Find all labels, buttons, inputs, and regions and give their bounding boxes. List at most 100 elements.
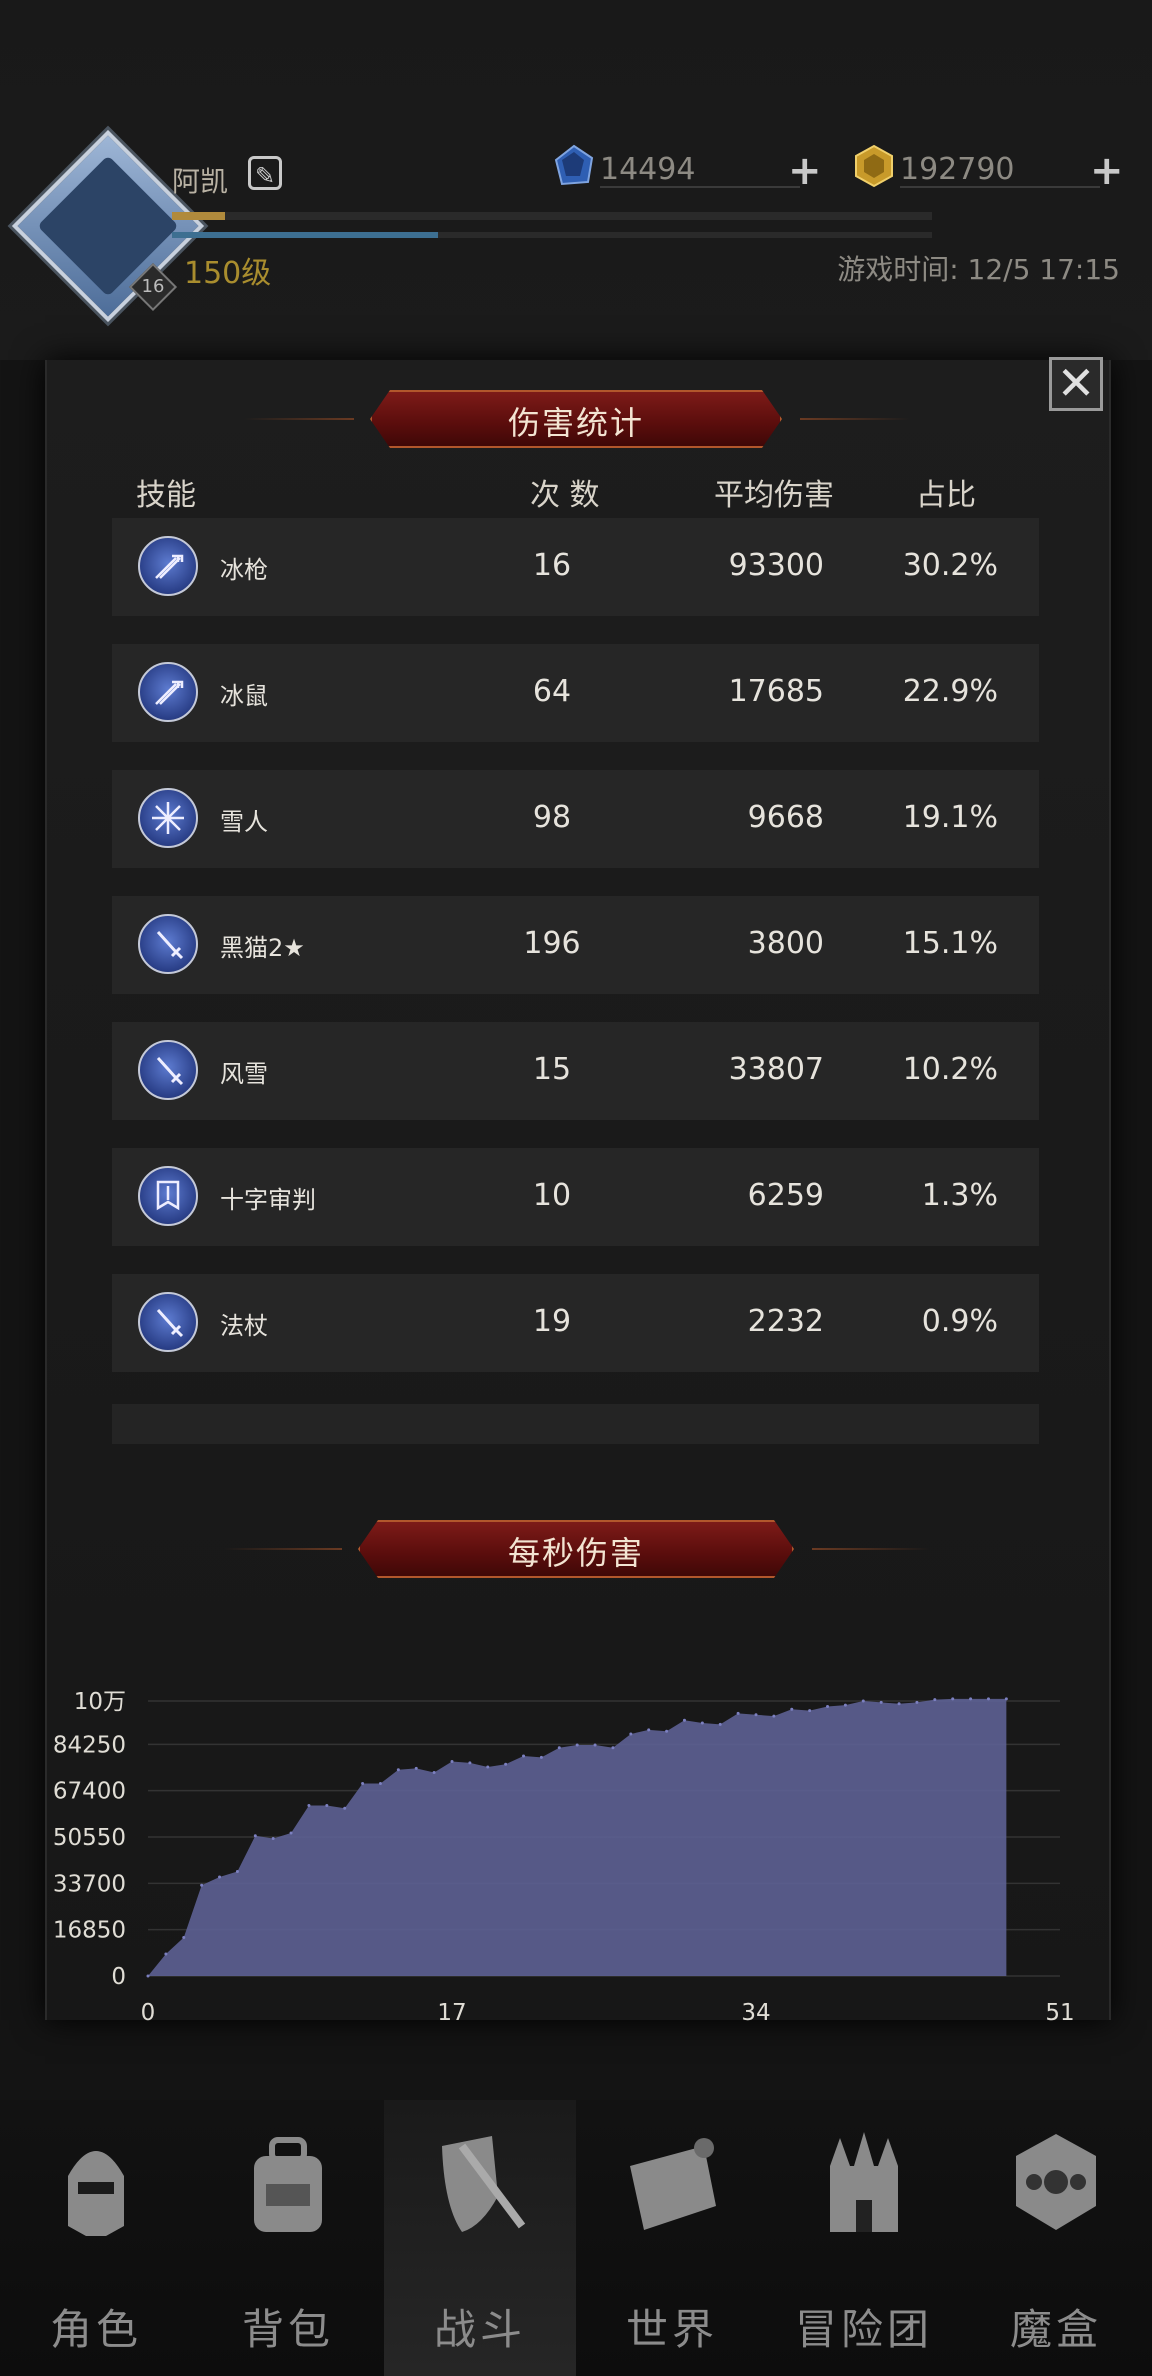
data-point (218, 1875, 222, 1879)
edit-icon[interactable]: ✎ (248, 156, 282, 190)
data-point (647, 1728, 651, 1732)
hit-count: 10 (532, 1178, 572, 1213)
data-point (826, 1705, 830, 1709)
damage-share: 0.9% (921, 1304, 998, 1339)
table-row: 十字审判 10 6259 1.3% (112, 1148, 1039, 1246)
map-scroll-icon (630, 2138, 716, 2230)
damage-share: 10.2% (902, 1052, 998, 1087)
nav-label: 战斗 (433, 2305, 526, 2354)
data-point (843, 1703, 847, 1707)
data-point (200, 1883, 204, 1887)
damage-share: 15.1% (902, 926, 998, 961)
close-button[interactable]: ✕ (1049, 357, 1103, 411)
data-point (772, 1714, 776, 1718)
table-row: 冰鼠 64 17685 22.9% (112, 644, 1039, 742)
data-point (271, 1837, 275, 1841)
skill-name: 法杖 (220, 1312, 268, 1340)
y-tick-label: 50550 (53, 1825, 126, 1851)
player-level: 150级 (184, 256, 272, 291)
dps-area-series (148, 1698, 1007, 1976)
nav-item-map-scroll[interactable]: 世界 (576, 2100, 768, 2376)
damage-share: 19.1% (902, 800, 998, 835)
data-point (289, 1831, 293, 1835)
hit-count: 16 (532, 548, 572, 583)
data-point (861, 1699, 865, 1703)
avg-damage: 3800 (747, 926, 824, 961)
skill-name: 黑猫2★ (220, 934, 305, 962)
data-point (897, 1702, 901, 1706)
column-share: 占比 (916, 478, 976, 513)
dps-title: 每秒伤害 (507, 1534, 644, 1572)
data-point (915, 1700, 919, 1704)
y-tick-label: 16850 (53, 1918, 126, 1944)
data-point (432, 1771, 436, 1775)
nav-label: 世界 (625, 2305, 718, 2354)
data-point (253, 1834, 257, 1838)
data-point (665, 1729, 669, 1733)
table-row: 法杖 19 2232 0.9% (112, 1274, 1039, 1372)
avg-damage: 2232 (747, 1304, 824, 1339)
data-point (951, 1697, 955, 1701)
table-row: 风雪 15 33807 10.2% (112, 1022, 1039, 1120)
data-point (736, 1711, 740, 1715)
nav-label: 冒险团 (794, 2305, 933, 2354)
blue-gem-value: 14494 (600, 152, 696, 187)
data-point (969, 1697, 973, 1701)
castle-icon (830, 2132, 898, 2232)
nav-item-shield-sword[interactable]: 战斗 (384, 2100, 576, 2376)
data-point (235, 1870, 239, 1874)
damage-share: 22.9% (902, 674, 998, 709)
skill-name: 雪人 (220, 808, 268, 836)
sword-icon (138, 1292, 198, 1352)
skill-name: 冰鼠 (220, 682, 268, 710)
nav-item-castle[interactable]: 冒险团 (768, 2100, 960, 2376)
skill-name: 十字审判 (220, 1186, 316, 1214)
mp-bar (172, 232, 932, 238)
avg-damage: 6259 (747, 1178, 824, 1213)
data-point (754, 1713, 758, 1717)
avg-damage: 93300 (728, 548, 824, 583)
add-gold-gem-button[interactable]: + (1090, 148, 1124, 194)
table-row: 冰枪 16 93300 30.2% (112, 518, 1039, 616)
magic-cube-icon (1016, 2134, 1096, 2230)
data-point (414, 1766, 418, 1770)
nav-item-magic-cube[interactable]: 魔盒 (960, 2100, 1152, 2376)
data-point (700, 1721, 704, 1725)
nav-item-backpack[interactable]: 背包 (192, 2100, 384, 2376)
data-point (325, 1804, 329, 1808)
arrows-icon (138, 536, 198, 596)
nav-label: 背包 (241, 2305, 334, 2354)
modal-title: 伤害统计 (507, 404, 644, 442)
blue-gem-icon (554, 144, 594, 186)
data-point (933, 1698, 937, 1702)
bottom-nav: 角色 背包 战斗 世界 冒险团 魔盒 (0, 2100, 1152, 2376)
data-point (343, 1806, 347, 1810)
x-tick-label: 0 (141, 2000, 156, 2026)
data-point (396, 1768, 400, 1772)
table-row: 雪人 98 9668 19.1% (112, 770, 1039, 868)
y-tick-label: 67400 (53, 1779, 126, 1805)
arrows-icon (138, 662, 198, 722)
dps-banner: 每秒伤害 (338, 1520, 814, 1578)
column-count: 次 数 (530, 478, 600, 513)
nav-label: 魔盒 (1009, 2305, 1102, 2354)
column-avg-damage: 平均伤害 (714, 478, 834, 513)
data-point (557, 1746, 561, 1750)
x-tick-label: 17 (437, 2000, 466, 2026)
data-point (808, 1709, 812, 1713)
skill-name: 冰枪 (220, 556, 268, 584)
data-point (790, 1707, 794, 1711)
nav-item-helmet[interactable]: 角色 (0, 2100, 192, 2376)
y-tick-label: 33700 (53, 1871, 126, 1897)
shield-sword-icon (442, 2136, 526, 2232)
data-point (504, 1762, 508, 1766)
hit-count: 15 (532, 1052, 572, 1087)
sword-icon (138, 1040, 198, 1100)
data-point (164, 1952, 168, 1956)
add-blue-gem-button[interactable]: + (788, 148, 822, 194)
x-tick-label: 34 (741, 2000, 770, 2026)
data-point (468, 1761, 472, 1765)
gold-gem-value: 192790 (900, 152, 1015, 187)
data-point (378, 1782, 382, 1786)
data-point (682, 1718, 686, 1722)
